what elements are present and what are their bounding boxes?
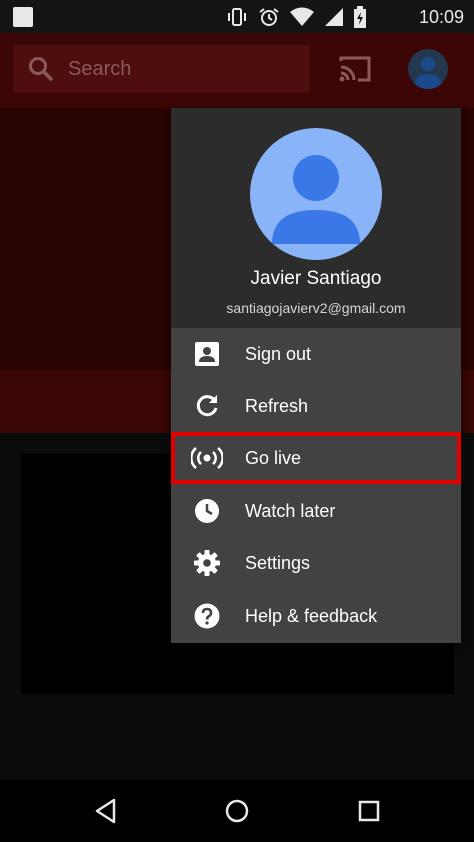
notification-square-icon [13,7,33,27]
nav-bar [0,780,474,842]
wifi-icon [290,7,314,26]
account-avatar-large-icon [250,128,382,260]
menu-item-label: Sign out [245,344,312,364]
menu-item-label: Refresh [245,396,309,416]
status-time: 10:09 [418,7,464,27]
menu-item-sign-out[interactable]: Sign out [171,328,461,380]
menu-item-label: Settings [245,553,311,573]
recents-icon[interactable] [355,797,383,825]
refresh-icon [196,395,218,417]
live-broadcast-icon [191,447,223,469]
user-email: santiagojavierv2@gmail.com [226,300,406,316]
cast-icon[interactable] [338,55,372,83]
search-box[interactable]: Search [13,45,310,93]
menu-item-help-feedback[interactable]: Help & feedback [171,590,461,642]
back-icon[interactable] [92,797,120,825]
menu-item-go-live[interactable]: Go live [171,432,461,484]
status-icons [226,6,366,28]
menu-item-label: Watch later [245,501,336,521]
account-box-icon [195,342,219,366]
menu-item-refresh[interactable]: Refresh [171,380,461,432]
account-menu: Javier Santiago santiagojavierv2@gmail.c… [171,108,461,643]
gear-icon [194,550,220,576]
app-bar: Search [0,33,474,108]
cell-signal-icon [325,8,343,26]
menu-item-label: Help & feedback [245,606,378,626]
account-header: Javier Santiago santiagojavierv2@gmail.c… [171,108,461,328]
vibrate-icon [228,8,246,26]
menu-item-label: Go live [245,448,302,468]
help-icon [194,603,220,629]
account-avatar-icon[interactable] [408,49,448,89]
menu-item-settings[interactable]: Settings [171,537,461,589]
clock-icon [195,499,219,523]
search-icon [29,57,54,82]
search-placeholder: Search [68,58,132,80]
user-name: Javier Santiago [250,268,382,289]
alarm-icon [259,8,279,26]
screen: 10:09 Search Javier Santiago santiagojav… [0,0,474,842]
menu-item-watch-later[interactable]: Watch later [171,485,461,537]
home-icon[interactable] [223,797,251,825]
status-bar: 10:09 [0,0,474,33]
battery-charging-icon [354,6,366,28]
